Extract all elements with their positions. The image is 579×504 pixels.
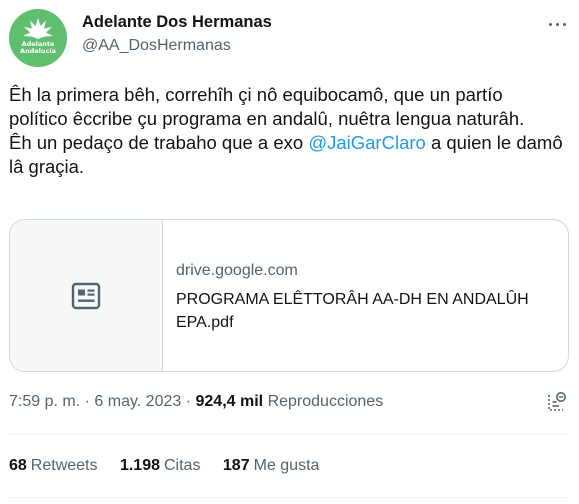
user-handle[interactable]: @AA_DosHermanas <box>82 37 231 55</box>
tweet-date[interactable]: 6 may. 2023 <box>94 393 181 410</box>
link-card-thumbnail <box>10 220 163 371</box>
tweet-paragraph-2: Êh un pedaço de trabaho que a exo @JaiGa… <box>9 131 565 179</box>
meta-separator: · <box>185 393 192 410</box>
meta-separator: · <box>84 393 90 410</box>
views-label: Reproducciones <box>267 393 384 410</box>
tweet-time[interactable]: 7:59 p. m. <box>9 393 80 410</box>
more-options-button[interactable] <box>545 14 569 34</box>
party-logo-icon <box>23 18 53 39</box>
link-card-title: PROGRAMA ELÊTTORÂH AA-DH EN ANDALÛH EPA.… <box>176 291 529 331</box>
quotes-count: 1.198 <box>119 457 160 474</box>
quotes-stat[interactable]: 1.198 Citas <box>120 457 201 475</box>
quotes-label: Citas <box>164 457 201 474</box>
mention-link[interactable]: @JaiGarClaro <box>308 132 425 153</box>
article-icon <box>71 282 101 310</box>
likes-label: Me gusta <box>253 457 320 474</box>
analytics-button[interactable] <box>546 391 568 418</box>
divider <box>9 434 567 435</box>
link-card-domain: drive.google.com <box>176 262 298 279</box>
retweets-label: Retweets <box>30 457 98 474</box>
tweet-meta: 7:59 p. m. · 6 may. 2023 · 924,4 mil Rep… <box>9 393 383 411</box>
likes-count: 187 <box>222 457 250 474</box>
tweet-text: Êh la primera bêh, correhîh çi nô equibo… <box>9 83 565 179</box>
tweet-text-before-mention: Êh un pedaço de trabaho que a exo <box>9 132 309 153</box>
likes-stat[interactable]: 187 Me gusta <box>223 457 320 475</box>
more-dot <box>556 23 559 26</box>
retweets-stat[interactable]: 68 Retweets <box>9 457 98 475</box>
tweet-paragraph-1: Êh la primera bêh, correhîh çi nô equibo… <box>9 84 525 129</box>
analytics-icon <box>548 392 566 411</box>
views-count: 924,4 mil <box>195 393 264 410</box>
more-horizontal-icon <box>549 23 552 26</box>
avatar[interactable]: Adelante Andalucía <box>9 9 67 67</box>
display-name[interactable]: Adelante Dos Hermanas <box>82 13 272 32</box>
avatar-text-line2: Andalucía <box>19 47 57 55</box>
retweets-count: 68 <box>9 457 27 474</box>
avatar-text: Adelante Andalucía <box>9 41 67 55</box>
more-dot <box>563 23 566 26</box>
engagement-stats: 68 Retweets 1.198 Citas 187 Me gusta <box>9 457 337 475</box>
link-card[interactable]: drive.google.com PROGRAMA ELÊTTORÂH AA-D… <box>9 219 569 372</box>
divider <box>9 497 567 498</box>
